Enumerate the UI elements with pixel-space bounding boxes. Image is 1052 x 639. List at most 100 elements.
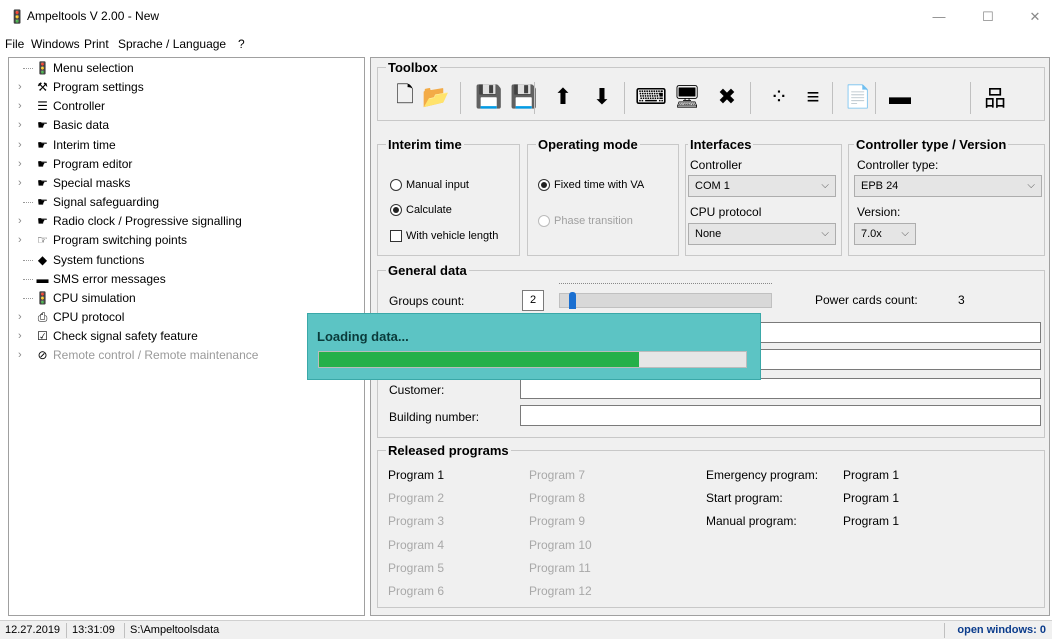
tree-item[interactable]: ◆ System functions bbox=[9, 251, 359, 270]
customer-field[interactable] bbox=[520, 378, 1041, 399]
program-item[interactable]: Program 7 bbox=[529, 468, 585, 482]
interfaces-title: Interfaces bbox=[688, 137, 754, 152]
tree-item[interactable]: ☛ Signal safeguarding bbox=[9, 193, 359, 212]
close-button[interactable]: ✕ bbox=[1024, 6, 1046, 28]
controller-type-select[interactable]: EPB 24 ⌵ bbox=[854, 175, 1042, 197]
version-select[interactable]: 7.0x ⌵ bbox=[854, 223, 916, 245]
program-item[interactable]: Program 9 bbox=[529, 514, 585, 528]
tree-item-label: Signal safeguarding bbox=[53, 195, 160, 210]
chevron-right-icon[interactable]: › bbox=[18, 212, 22, 231]
chevron-right-icon[interactable]: › bbox=[18, 136, 22, 155]
slider-thumb[interactable] bbox=[568, 292, 576, 309]
tree-item[interactable]: ▬ SMS error messages bbox=[9, 270, 359, 289]
tree-item-label: Program editor bbox=[53, 156, 133, 171]
chevron-right-icon[interactable]: › bbox=[18, 174, 22, 193]
menu-language[interactable]: Sprache / Language bbox=[118, 37, 226, 51]
vehicle-length-checkbox[interactable]: With vehicle length bbox=[390, 230, 498, 242]
menu-help[interactable]: ? bbox=[238, 37, 245, 51]
chevron-right-icon[interactable]: › bbox=[18, 308, 22, 327]
program-item[interactable]: Program 3 bbox=[388, 514, 444, 528]
program-item[interactable]: Program 12 bbox=[529, 584, 592, 598]
chevron-right-icon[interactable]: › bbox=[18, 78, 22, 97]
status-path: S:\Ampeltoolsdata bbox=[130, 624, 220, 636]
cpu-protocol-select[interactable]: None ⌵ bbox=[688, 223, 836, 245]
tree-connector bbox=[23, 259, 33, 261]
groups-count-field[interactable]: 2 bbox=[522, 290, 544, 311]
tree-connector bbox=[23, 202, 33, 204]
menu-file[interactable]: File bbox=[5, 37, 24, 51]
program-item[interactable]: Program 5 bbox=[388, 561, 444, 575]
toolbar-separator bbox=[624, 82, 625, 114]
new-file-icon[interactable]: 🗋 bbox=[390, 80, 420, 114]
tree-item[interactable]: › ⚒ Program settings bbox=[9, 78, 359, 97]
tree-item[interactable]: › ☰ Controller bbox=[9, 97, 359, 116]
chevron-right-icon[interactable]: › bbox=[18, 346, 22, 365]
operating-mode-title: Operating mode bbox=[536, 137, 640, 152]
program-item[interactable]: Program 10 bbox=[529, 538, 592, 552]
traffic-light-icon: 🚦 bbox=[35, 290, 50, 305]
controller-type-label: Controller type: bbox=[857, 158, 939, 172]
window-title: Ampeltools V 2.00 - New bbox=[27, 9, 160, 23]
upload-icon[interactable]: ⬆ bbox=[548, 80, 578, 114]
general-data-title: General data bbox=[386, 263, 469, 278]
controller-label: Controller bbox=[690, 158, 743, 172]
modem-icon[interactable]: ▬ bbox=[885, 80, 915, 114]
status-date: 12.27.2019 bbox=[5, 624, 61, 636]
hand-pointer-icon: ☞ bbox=[37, 233, 48, 248]
tree-item-label: Program settings bbox=[53, 80, 144, 95]
save-icon[interactable]: 💾 bbox=[474, 80, 504, 114]
emergency-program-value[interactable]: Program 1 bbox=[843, 468, 899, 482]
manual-program-value[interactable]: Program 1 bbox=[843, 514, 899, 528]
tree-item[interactable]: › ☛ Special masks bbox=[9, 174, 359, 193]
chevron-right-icon[interactable]: › bbox=[18, 97, 22, 116]
calculate-radio[interactable]: Calculate bbox=[390, 204, 452, 216]
open-windows-count: open windows: 0 bbox=[957, 624, 1046, 636]
tree-item[interactable]: › ☛ Interim time bbox=[9, 136, 359, 155]
tree-item[interactable]: 🚦 CPU simulation bbox=[9, 289, 359, 308]
menu-windows[interactable]: Windows bbox=[31, 37, 80, 51]
document-icon[interactable]: 📄 bbox=[843, 80, 873, 114]
slider-ticks bbox=[559, 283, 772, 288]
program-item[interactable]: Program 8 bbox=[529, 491, 585, 505]
fixed-time-radio[interactable]: Fixed time with VA bbox=[538, 179, 644, 191]
interim-time-title: Interim time bbox=[386, 137, 464, 152]
tree-item[interactable]: › ☛ Program editor bbox=[9, 155, 359, 174]
program-item[interactable]: Program 2 bbox=[388, 491, 444, 505]
blocked-icon: ⊘ bbox=[37, 348, 48, 363]
sms-device-icon: ▬ bbox=[36, 271, 49, 286]
chevron-down-icon: ⌵ bbox=[901, 228, 909, 239]
tree-item[interactable]: 🚦 Menu selection bbox=[9, 59, 359, 78]
chevron-right-icon[interactable]: › bbox=[18, 231, 22, 250]
tree-item[interactable]: › ☛ Basic data bbox=[9, 116, 359, 135]
list-lines-icon[interactable]: ≡ bbox=[798, 80, 828, 114]
signal-dots-icon[interactable]: ⁘ bbox=[764, 80, 794, 114]
open-folder-icon[interactable]: 📂 bbox=[421, 80, 451, 114]
building-number-field[interactable] bbox=[520, 405, 1041, 426]
tree-item[interactable]: › ☛ Radio clock / Progressive signalling bbox=[9, 212, 359, 231]
tree-item[interactable]: › ☞ Program switching points bbox=[9, 231, 359, 250]
controller-port-select[interactable]: COM 1 ⌵ bbox=[688, 175, 836, 197]
disconnect-icon[interactable]: ✖ bbox=[712, 80, 742, 114]
chevron-right-icon[interactable]: › bbox=[18, 155, 22, 174]
manual-input-radio[interactable]: Manual input bbox=[390, 179, 469, 191]
program-item[interactable]: Program 4 bbox=[388, 538, 444, 552]
phase-transition-radio[interactable]: Phase transition bbox=[538, 215, 633, 227]
maximize-button[interactable]: ☐ bbox=[977, 6, 999, 28]
keyboard-icon[interactable]: ⌨ bbox=[635, 80, 667, 114]
start-program-value[interactable]: Program 1 bbox=[843, 491, 899, 505]
download-icon[interactable]: ⬇ bbox=[587, 80, 617, 114]
cpu-protocol-label: CPU protocol bbox=[690, 205, 762, 219]
program-item[interactable]: Program 1 bbox=[388, 468, 444, 482]
tree-item-label: Radio clock / Progressive signalling bbox=[53, 214, 242, 229]
network-icon[interactable]: 品 bbox=[980, 80, 1010, 114]
chevron-right-icon[interactable]: › bbox=[18, 327, 22, 346]
program-item[interactable]: Program 6 bbox=[388, 584, 444, 598]
tree-item-label: System functions bbox=[53, 252, 145, 267]
minimize-button[interactable]: — bbox=[928, 6, 950, 28]
monitor-icon[interactable]: 🖥 bbox=[672, 80, 702, 114]
start-program-label: Start program: bbox=[706, 491, 783, 505]
menu-print[interactable]: Print bbox=[84, 37, 109, 51]
program-item[interactable]: Program 11 bbox=[529, 561, 591, 575]
chevron-right-icon[interactable]: › bbox=[18, 116, 22, 135]
groups-count-slider[interactable] bbox=[559, 292, 772, 309]
